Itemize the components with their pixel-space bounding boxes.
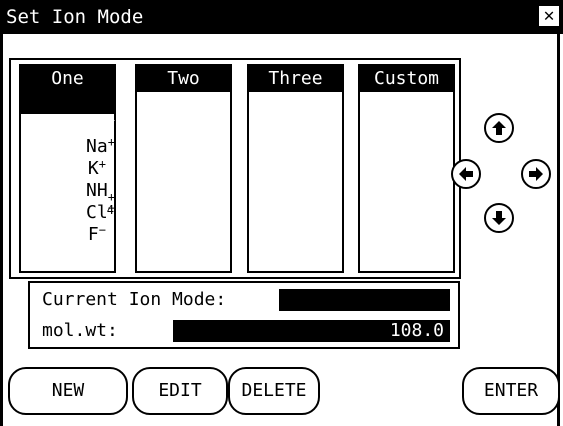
new-button[interactable]: NEW: [8, 367, 128, 415]
arrow-up-icon[interactable]: [484, 113, 514, 143]
ion-list-two: Two Cu2+ Pb2+ Ca2+: [135, 64, 294, 273]
ion-lists-panel: One Ag+ Na+ K+ NH+4 Cl− F− Two Cu2+ Pb2+…: [9, 58, 461, 279]
window-title: Set Ion Mode: [6, 6, 144, 28]
mol-wt-value: 108.0: [173, 320, 450, 342]
ion-list-custom: Custom: [358, 64, 455, 273]
arrow-left-icon[interactable]: [451, 159, 481, 189]
current-ion-status-panel: Current Ion Mode: Ag+ mol.wt: 108.0: [28, 281, 460, 349]
arrow-down-icon[interactable]: [484, 203, 514, 233]
edit-button[interactable]: EDIT: [132, 367, 228, 415]
mol-wt-label: mol.wt:: [42, 320, 118, 341]
current-ion-mode-label: Current Ion Mode:: [42, 289, 227, 310]
current-ion-mode-value: Ag+: [279, 289, 450, 332]
enter-button[interactable]: ENTER: [462, 367, 560, 415]
delete-button[interactable]: DELETE: [228, 367, 320, 415]
list-header-custom: Custom: [360, 66, 453, 92]
list-header-three: Three: [249, 66, 342, 92]
close-icon[interactable]: ✕: [539, 6, 559, 26]
title-bar: Set Ion Mode ✕: [0, 0, 563, 34]
ion-list-three: Three: [247, 64, 344, 273]
ion-item-ag[interactable]: Ag+: [21, 92, 115, 135]
ion-list-one: One Ag+ Na+ K+ NH +4 Cl− F−: [19, 64, 116, 273]
list-header-one: One: [21, 66, 114, 92]
list-header-two: Two: [137, 66, 230, 92]
ion-item-cu[interactable]: Cu2+: [137, 92, 294, 135]
arrow-right-icon[interactable]: [521, 159, 551, 189]
